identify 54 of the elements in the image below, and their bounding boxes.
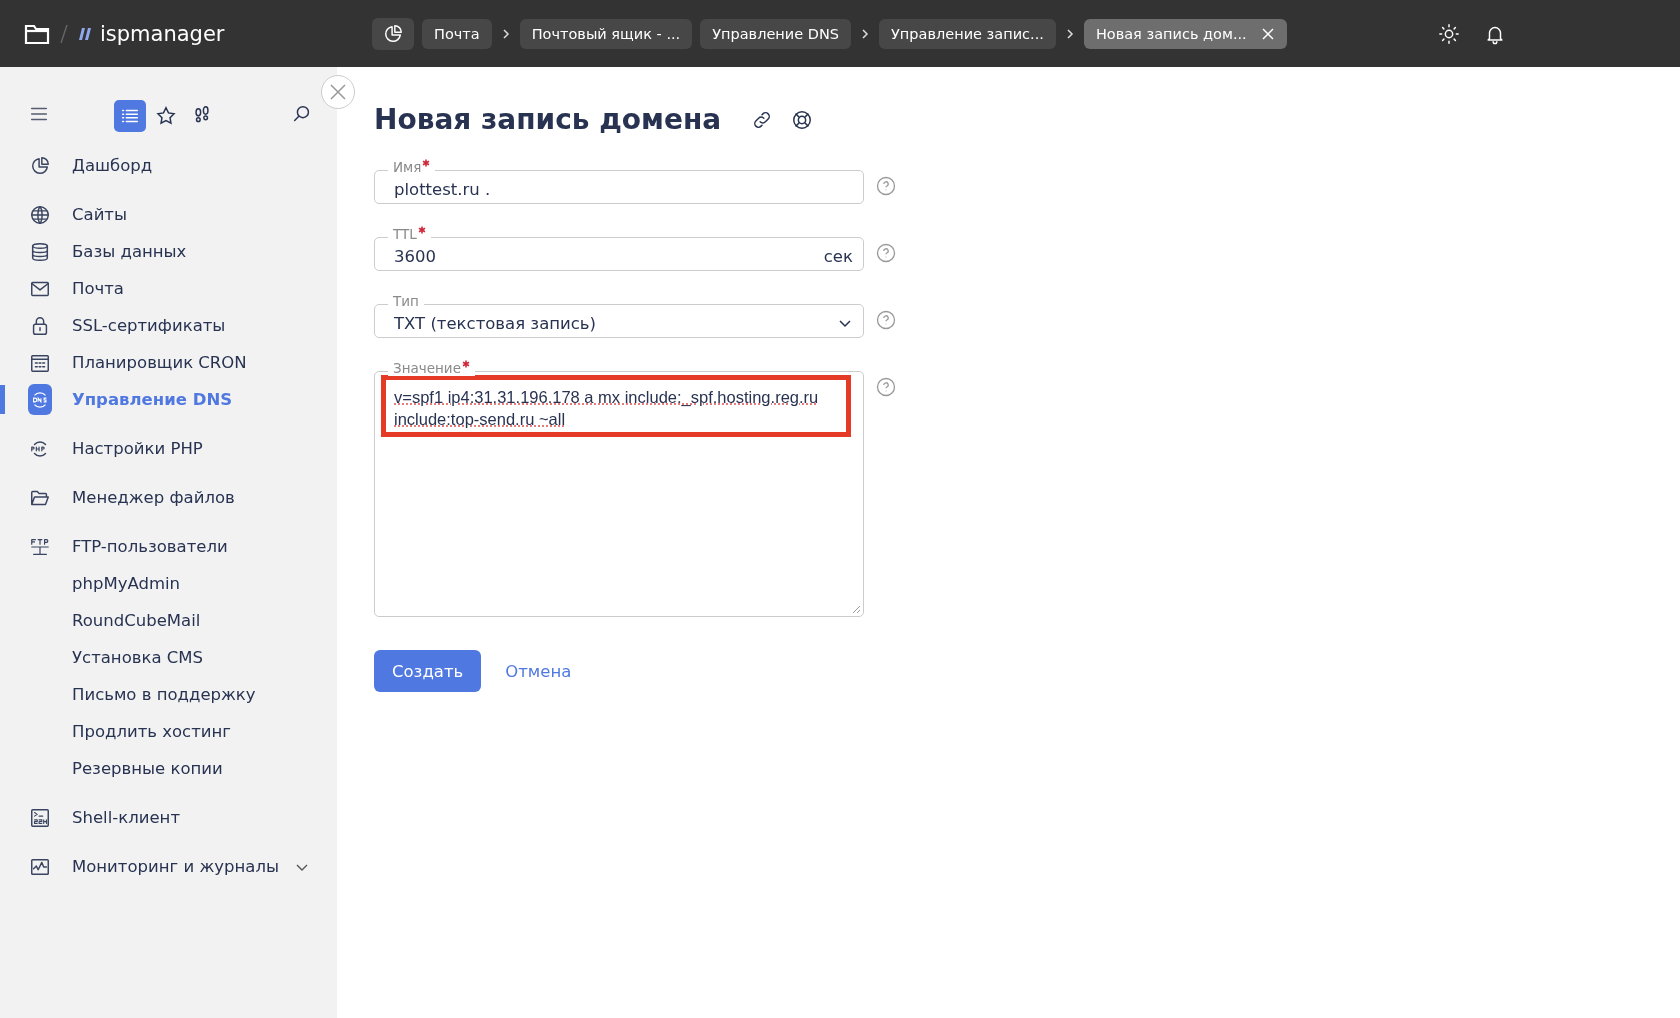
sidebar-item[interactable]: Дашборд [0,147,337,184]
field-label: Имя [388,159,436,175]
sidebar-item[interactable]: Сайты [0,196,337,233]
unit-label: сек [823,246,853,266]
breadcrumb-tab[interactable]: Управление запис... [879,18,1056,49]
close-icon [329,83,347,101]
pie-chart-icon [382,22,404,45]
sidebar-item[interactable]: Настройки PHP [0,430,337,467]
sidebar-item[interactable]: Shell-клиент [0,799,337,836]
help-icon[interactable] [876,310,896,330]
sidebar-item[interactable]: Мониторинг и журналы [0,848,337,885]
breadcrumb-tab[interactable]: Управление DNS [700,18,851,49]
sidebar-item[interactable]: SSL-сертификаты [0,307,337,344]
field-label: TTL [388,226,431,242]
pie-chart-icon [29,154,51,177]
sidebar-item[interactable]: Менеджер файлов [0,479,337,516]
star-icon [155,105,177,127]
sidebar-item[interactable]: FTP-пользователи [0,528,337,565]
sidebar-item[interactable]: Управление DNS [0,381,337,418]
folder-icon[interactable] [24,22,50,45]
close-icon[interactable] [1260,26,1275,41]
help-icon[interactable] [876,176,896,196]
sidebar-item[interactable]: Базы данных [0,233,337,270]
list-view-tab[interactable] [114,100,146,132]
resize-handle-icon[interactable] [851,604,861,614]
field-label: Значение [388,360,475,376]
sidebar-item[interactable]: Почта [0,270,337,307]
sidebar-item[interactable]: Установка CMS [0,639,337,676]
lifebuoy-icon [791,108,814,131]
sidebar-item[interactable]: phpMyAdmin [0,565,337,602]
sidebar-item[interactable]: Продлить хостинг [0,713,337,750]
field-label: Тип [388,293,424,309]
cancel-link[interactable]: Отмена [505,661,572,681]
dns-icon [28,384,52,415]
help-icon[interactable] [876,377,896,397]
close-button[interactable] [321,75,355,109]
breadcrumb-tab[interactable]: Новая запись дом... [1083,18,1287,49]
sidebar-item[interactable]: Планировщик CRON [0,344,337,381]
sidebar-item[interactable]: Письмо в поддержку [0,676,337,713]
app-logo[interactable]: ispmanager [100,21,225,46]
database-icon [29,240,51,263]
create-button[interactable]: Создать [374,650,482,692]
sun-icon [1438,22,1460,45]
sidebar-item[interactable]: Резервные копии [0,750,337,787]
breadcrumb-tab[interactable]: Почтовый ящик - ... [519,18,693,49]
help-icon[interactable] [876,243,896,263]
slash-divider [60,23,68,44]
breadcrumb-tab[interactable]: Почта [422,18,492,49]
page-title: Новая запись домена [374,103,722,136]
globe-icon [29,203,51,226]
logo-mark-icon [78,26,92,41]
dashboard-crumb[interactable] [372,17,414,50]
sidebar-item[interactable]: RoundCubeMail [0,602,337,639]
terminal-icon [29,806,51,829]
